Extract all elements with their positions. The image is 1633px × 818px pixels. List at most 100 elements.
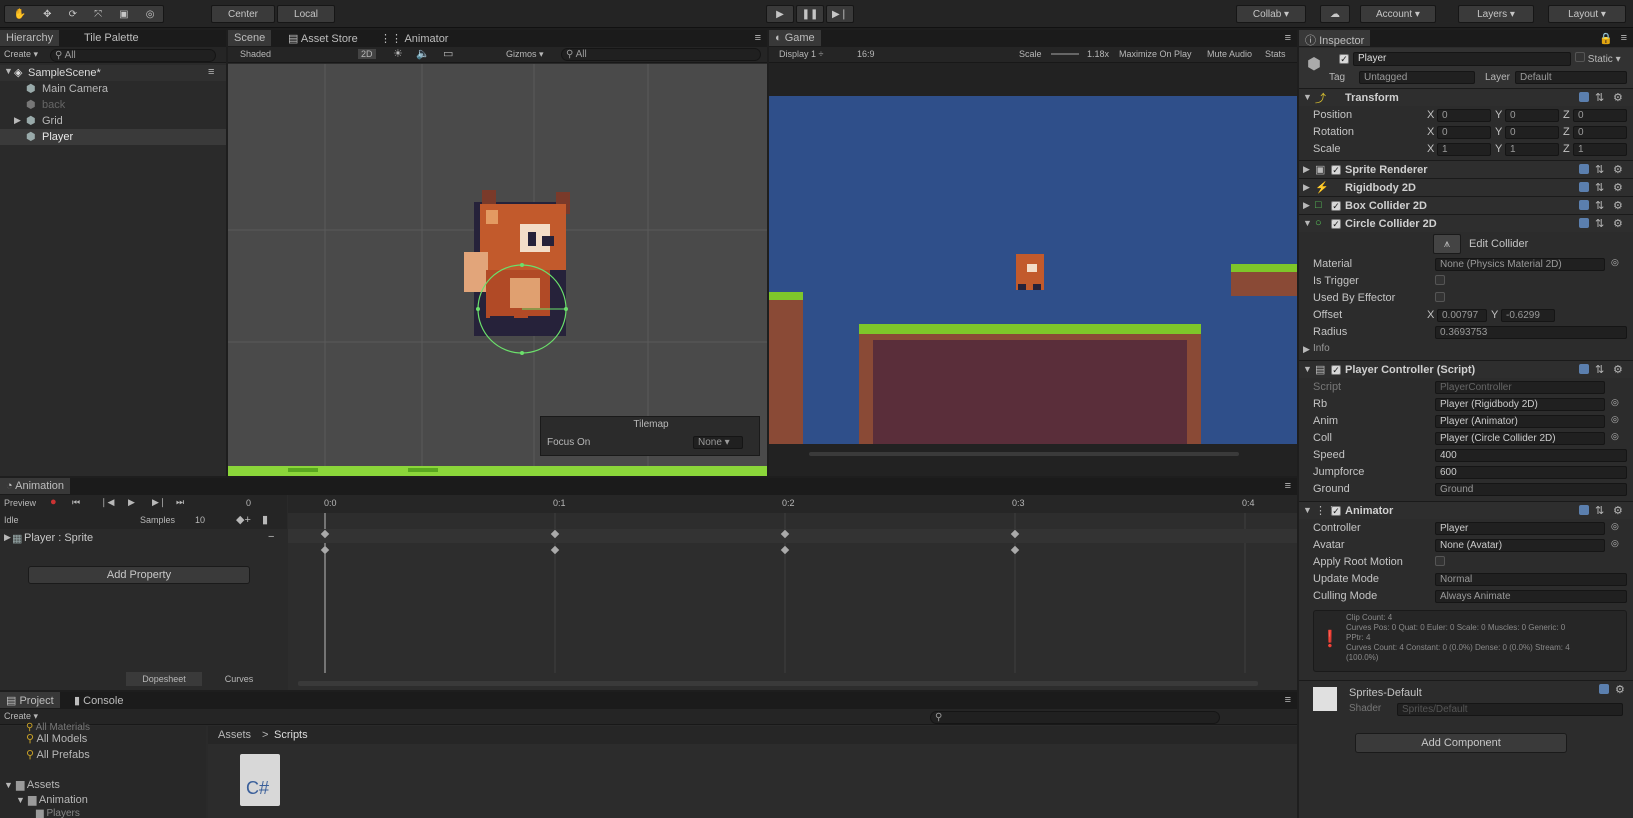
panel-menu-icon[interactable]: ≡ <box>1285 480 1291 492</box>
gear-icon[interactable]: ⚙ <box>1613 217 1623 230</box>
hierarchy-create-button[interactable]: Create ▾ <box>4 49 38 60</box>
scale-z[interactable]: 1 <box>1573 143 1627 156</box>
preview-toggle[interactable]: Preview <box>4 498 36 508</box>
gear-icon[interactable]: ⚙ <box>1615 683 1625 696</box>
hierarchy-item-selected[interactable]: ⬢ Player <box>0 129 226 145</box>
controller-field[interactable]: Player <box>1435 522 1605 535</box>
tab-tile-palette[interactable]: Tile Palette <box>78 30 145 46</box>
layout-dropdown[interactable]: Layout ▾ <box>1548 5 1626 23</box>
panel-menu-icon[interactable]: ≡ <box>755 32 761 44</box>
animation-folder[interactable]: ▼ ▆ Animation <box>16 793 88 806</box>
help-icon[interactable] <box>1579 182 1589 192</box>
scale-tool-icon[interactable]: ⤧ <box>94 9 102 20</box>
collider-handle[interactable] <box>520 263 524 267</box>
preset-icon[interactable]: ⇅ <box>1595 163 1604 176</box>
panel-menu-icon[interactable]: ≡ <box>1621 32 1627 44</box>
layer-dropdown[interactable]: Default <box>1515 71 1627 84</box>
offset-x[interactable]: 0.00797 <box>1437 309 1487 322</box>
lock-icon[interactable]: 🔒 <box>1599 32 1613 45</box>
frame-field[interactable]: 0 <box>246 498 251 508</box>
cloud-button[interactable]: ☁ <box>1320 5 1350 23</box>
culling-mode-dropdown[interactable]: Always Animate <box>1435 590 1627 603</box>
material-field[interactable]: None (Physics Material 2D) <box>1435 258 1605 271</box>
radius-field[interactable]: 0.3693753 <box>1435 326 1627 339</box>
timeline-ruler[interactable]: 0:0 0:1 0:2 0:3 0:4 <box>288 495 1297 513</box>
players-folder[interactable]: ▆ Players <box>36 808 80 818</box>
prev-keyframe-icon[interactable]: ❘◀ <box>100 497 114 508</box>
object-picker-icon[interactable]: ◎ <box>1611 257 1619 268</box>
update-mode-dropdown[interactable]: Normal <box>1435 573 1627 586</box>
scale-x[interactable]: 1 <box>1437 143 1491 156</box>
focus-on-dropdown[interactable]: None ▾ <box>693 436 743 449</box>
breadcrumb-assets[interactable]: Assets <box>218 729 251 741</box>
collab-button[interactable]: Collab ▾ <box>1236 5 1306 23</box>
help-icon[interactable] <box>1579 200 1589 210</box>
csharp-script-file[interactable]: C# <box>240 754 280 806</box>
position-z[interactable]: 0 <box>1573 109 1627 122</box>
collider-handle[interactable] <box>564 307 568 311</box>
pause-button[interactable]: ❚❚ <box>796 5 824 23</box>
root-motion-checkbox[interactable] <box>1435 556 1445 569</box>
static-toggle[interactable]: Static ▾ <box>1575 52 1621 65</box>
shader-dropdown[interactable]: Sprites/Default <box>1397 703 1623 716</box>
scene-menu-icon[interactable]: ≡ <box>208 66 214 78</box>
tab-scene[interactable]: Scene <box>228 30 272 46</box>
sprite-renderer-header[interactable]: ▶ ▣ ✓ Sprite Renderer ⇅ ⚙ <box>1299 160 1633 178</box>
timeline-scrollbar[interactable] <box>298 681 1258 686</box>
jumpforce-field[interactable]: 600 <box>1435 466 1627 479</box>
is-trigger-checkbox[interactable] <box>1435 275 1445 288</box>
game-scrollbar[interactable] <box>809 452 1239 456</box>
tab-animation[interactable]: ◔ Animation <box>0 478 71 494</box>
add-event-icon[interactable]: ▮ <box>262 513 268 526</box>
tab-project[interactable]: ▤ Project <box>0 692 60 708</box>
audio-icon[interactable]: 🔈 <box>416 47 430 60</box>
assets-folder[interactable]: ▼ ▆ Assets <box>4 778 60 791</box>
record-icon[interactable]: ● <box>50 496 57 508</box>
game-viewport[interactable] <box>769 96 1297 444</box>
gear-icon[interactable]: ⚙ <box>1613 163 1623 176</box>
timeline-area[interactable]: 0:0 0:1 0:2 0:3 0:4 <box>288 495 1297 690</box>
curves-tab[interactable]: Curves <box>204 672 274 686</box>
first-keyframe-icon[interactable]: ⏮ <box>72 497 80 508</box>
play-button[interactable]: ▶ <box>766 5 794 23</box>
help-icon[interactable] <box>1579 505 1589 515</box>
help-icon[interactable] <box>1599 684 1609 694</box>
gear-icon[interactable]: ⚙ <box>1613 199 1623 212</box>
info-foldout[interactable]: ▶ Info <box>1299 341 1633 359</box>
gear-icon[interactable]: ⚙ <box>1613 181 1623 194</box>
box-collider-header[interactable]: ▶ □ ✓ Box Collider 2D ⇅ ⚙ <box>1299 196 1633 214</box>
object-picker-icon[interactable]: ◎ <box>1611 414 1619 425</box>
object-name-input[interactable]: Player <box>1353 52 1571 66</box>
scene-search-input[interactable]: ⚲ All <box>561 48 761 61</box>
effects-icon[interactable]: ▭ <box>443 47 453 60</box>
tag-dropdown[interactable]: Untagged <box>1359 71 1475 84</box>
tab-game[interactable]: ◐ Game <box>769 30 821 46</box>
player-sprite[interactable] <box>464 190 570 336</box>
edit-collider-button[interactable]: ⩚ <box>1433 234 1461 254</box>
property-menu-icon[interactable]: − <box>268 531 274 543</box>
step-button[interactable]: ▶❘ <box>826 5 854 23</box>
object-picker-icon[interactable]: ◎ <box>1611 431 1619 442</box>
preset-icon[interactable]: ⇅ <box>1595 363 1604 376</box>
scale-y[interactable]: 1 <box>1505 143 1559 156</box>
scene-viewport[interactable]: Tilemap Focus On None ▾ <box>228 64 767 476</box>
add-property-button[interactable]: Add Property <box>28 566 250 584</box>
preset-icon[interactable]: ⇅ <box>1595 199 1604 212</box>
rotation-x[interactable]: 0 <box>1437 126 1491 139</box>
panel-menu-icon[interactable]: ≡ <box>1285 694 1291 706</box>
circle-collider-header[interactable]: ▼ ○ ✓ Circle Collider 2D ⇅ ⚙ <box>1299 214 1633 232</box>
favorite-item[interactable]: ⚲ All Prefabs <box>26 748 90 761</box>
animation-property-row[interactable]: ▶ ▦ Player : Sprite − <box>0 530 287 548</box>
hierarchy-item[interactable]: ⬢ back <box>0 97 226 113</box>
samples-field[interactable]: 10 <box>195 515 205 525</box>
aspect-dropdown[interactable]: 16:9 <box>857 49 875 59</box>
speed-field[interactable]: 400 <box>1435 449 1627 462</box>
layers-dropdown[interactable]: Layers ▾ <box>1458 5 1534 23</box>
gear-icon[interactable]: ⚙ <box>1613 363 1623 376</box>
rect-tool-icon[interactable]: ▣ <box>119 9 128 20</box>
panel-menu-icon[interactable]: ≡ <box>1285 32 1291 44</box>
tab-animator[interactable]: ⋮⋮ Animator <box>374 30 454 46</box>
avatar-field[interactable]: None (Avatar) <box>1435 539 1605 552</box>
tab-console[interactable]: ▮ Console <box>68 692 129 708</box>
clip-dropdown[interactable]: Idle <box>4 515 19 525</box>
